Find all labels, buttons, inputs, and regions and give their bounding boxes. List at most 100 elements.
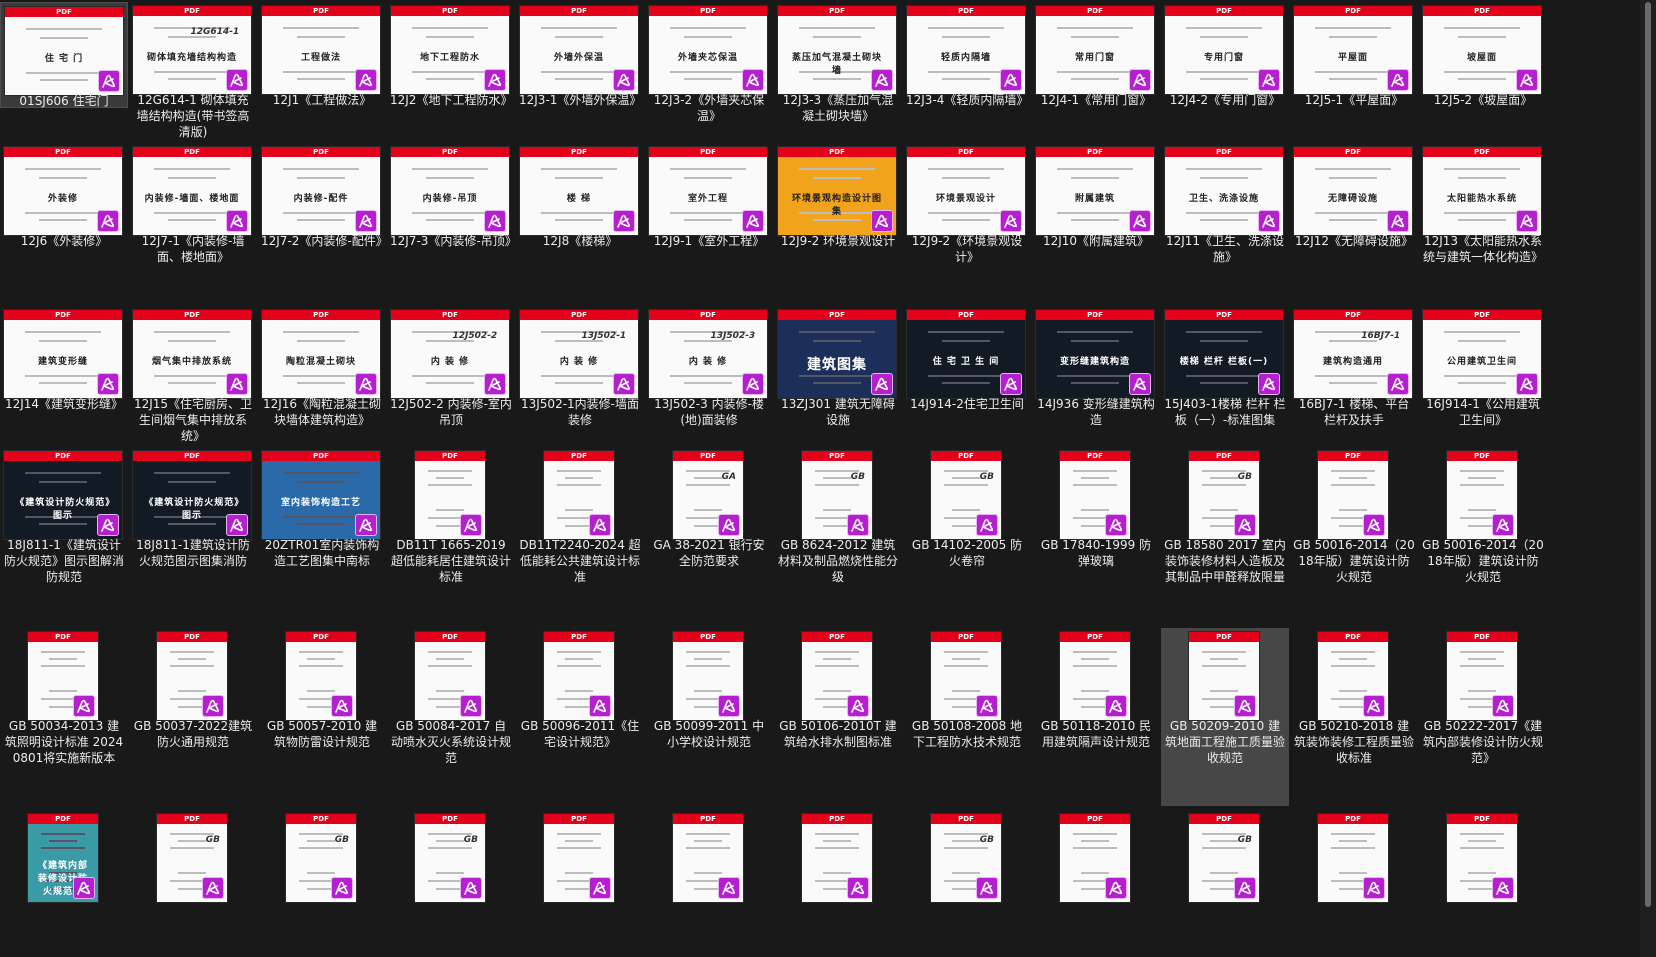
file-item[interactable]: PDF 内 装 修 13J502-1 13J502-1内装修-墙面装修 — [516, 306, 644, 446]
file-item[interactable]: PDF 太阳能热水系统 12J13《太阳能热水系统与建筑一体化构造》 — [1419, 143, 1547, 301]
file-item[interactable]: PDF DB11T2240-2024 超低能耗公共建筑设计标准 — [516, 447, 644, 625]
file-item[interactable]: PDF 轻质内隔墙 12J3-4《轻质内隔墙》 — [903, 2, 1031, 108]
file-item[interactable]: PDF 外装修 12J6《外装修》 — [0, 143, 128, 301]
file-name-label: 12J12《无障碍设施》 — [1294, 234, 1414, 248]
pdf-thumbnail: PDF 坡屋面 — [1423, 6, 1541, 94]
file-item[interactable]: PDF GB GB 18580 2017 室内装饰装修材料人造板及其制品中甲醛释放限… — [1161, 447, 1289, 625]
file-item[interactable]: PDF 专用门窗 12J4-2《专用门窗》 — [1161, 2, 1289, 108]
thumbnail-title: 外墙外保温 — [553, 53, 604, 64]
file-item[interactable]: PDF GB 17840-1999 防弹玻璃 — [1032, 447, 1160, 625]
pdf-badge: PDF — [262, 6, 380, 16]
file-item[interactable]: PDF 楼梯 栏杆 栏板(一) 15J403-1楼梯 栏杆 栏板（一）-标准图集 — [1161, 306, 1289, 446]
file-item[interactable]: PDF 环境景观构造设计图集 12J9-2 环境景观设计 — [774, 143, 902, 301]
file-item[interactable]: PDF GB 50108-2008 地下工程防水技术规范 — [903, 628, 1031, 806]
file-item[interactable]: PDF GB — [129, 810, 257, 950]
file-item[interactable]: PDF GB — [1161, 810, 1289, 950]
file-item[interactable]: PDF 砌体填充墙结构构造 12G614-1 12G614-1 砌体填充墙结构构造(带… — [129, 2, 257, 139]
pdf-app-icon — [718, 514, 740, 536]
text-line — [1072, 470, 1118, 473]
file-item[interactable]: PDF — [1290, 810, 1418, 950]
thumbnail-title: 楼梯 栏杆 栏板(一) — [1179, 357, 1269, 368]
pdf-badge: PDF — [286, 814, 356, 824]
file-item[interactable]: PDF 坡屋面 12J5-2《坡屋面》 — [1419, 2, 1547, 108]
text-line — [25, 167, 101, 170]
file-item[interactable]: PDF 室内装饰构造工艺 20ZTR01室内装饰构造工艺图集中南标 — [258, 447, 386, 625]
file-item[interactable]: PDF 室外工程 12J9-1《室外工程》 — [645, 143, 773, 301]
file-item[interactable]: PDF 内 装 修 13J502-3 13J502-3 内装修-楼(地)面装修 — [645, 306, 773, 446]
file-item[interactable]: PDF — [516, 810, 644, 950]
file-item[interactable]: PDF 《建筑内部装修设计防火规范》 — [0, 810, 128, 950]
file-item[interactable]: PDF GB — [258, 810, 386, 950]
file-item[interactable]: PDF 住 宅 门 01SJ606 住宅门 — [0, 2, 128, 108]
file-item[interactable]: PDF GA GA 38-2021 银行安全防范要求 — [645, 447, 773, 625]
file-item[interactable]: PDF GB — [903, 810, 1031, 950]
file-item[interactable]: PDF 外墙夹芯保温 12J3-2《外墙夹芯保温》 — [645, 2, 773, 123]
file-name-label: 14J914-2住宅卫生间 — [910, 397, 1024, 411]
scrollbar-thumb[interactable] — [1645, 2, 1651, 907]
pdf-badge: PDF — [1165, 6, 1283, 16]
file-item[interactable]: PDF — [1032, 810, 1160, 950]
file-item[interactable]: PDF 平屋面 12J5-1《平屋面》 — [1290, 2, 1418, 108]
file-item[interactable]: PDF GB — [387, 810, 515, 950]
file-item[interactable]: PDF GB 50016-2014（2018年版）建筑设计防火规范 — [1290, 447, 1418, 625]
text-line — [685, 665, 731, 668]
text-line — [565, 476, 593, 479]
file-item[interactable]: PDF — [774, 810, 902, 950]
file-item[interactable]: PDF 内装修-吊顶 12J7-3《内装修-吊顶》 — [387, 143, 517, 301]
file-item[interactable]: PDF DB11T 1665-2019 超低能耗居住建筑设计标准 — [387, 447, 515, 625]
file-item[interactable]: PDF 建筑图集 13ZJ301 建筑无障碍设施 — [774, 306, 902, 446]
file-item[interactable]: PDF — [645, 810, 773, 950]
file-item[interactable]: PDF 建筑构造通用 16BJ7-1 16BJ7-1 楼梯、平台栏杆及扶手 — [1290, 306, 1418, 446]
text-line — [1081, 839, 1109, 842]
text-line — [799, 374, 875, 377]
file-item[interactable]: PDF GB 50210-2018 建筑装饰装修工程质量验收标准 — [1290, 628, 1418, 806]
file-item[interactable]: PDF 烟气集中排放系统 12J15《住宅厨房、卫生间烟气集中排放系统》 — [129, 306, 257, 446]
file-item[interactable]: PDF 《建筑设计防火规范》图示 18J811-1建筑设计防火规范图示图集消防 — [129, 447, 257, 625]
pdf-thumbnail: PDF 《建筑设计防火规范》图示 — [133, 451, 251, 539]
text-line — [1071, 36, 1119, 39]
file-item[interactable]: PDF 环境景观设计 12J9-2《环境景观设计》 — [903, 143, 1031, 301]
text-line — [426, 78, 474, 81]
file-name-label: 12J1《工程做法》 — [272, 93, 372, 107]
text-line — [178, 690, 206, 693]
file-item[interactable]: PDF GB 50209-2010 建筑地面工程施工质量验收规范 — [1161, 628, 1289, 806]
file-item[interactable]: PDF GB 50099-2011 中小学校设计规范 — [645, 628, 773, 806]
file-item[interactable]: PDF GB 50057-2010 建筑物防雷设计规范 — [258, 628, 386, 806]
file-item[interactable]: PDF GB 50037-2022建筑防火通用规范 — [129, 628, 257, 806]
file-item[interactable]: PDF GB 50222-2017《建筑内部装修设计防火规范》 — [1419, 628, 1547, 806]
file-item[interactable]: PDF 建筑变形缝 12J14《建筑变形缝》 — [0, 306, 128, 446]
file-item[interactable]: PDF GB 50084-2017 自动喷水灭火系统设计规范 — [387, 628, 515, 806]
text-line — [556, 847, 602, 850]
pdf-app-icon — [1234, 514, 1256, 536]
file-item[interactable]: PDF 内装修-墙面、楼地面 12J7-1《内装修-墙面、楼地面》 — [129, 143, 257, 301]
file-item[interactable]: PDF GB 50096-2011《住宅设计规范》 — [516, 628, 644, 806]
file-item[interactable]: PDF GB GB 8624-2012 建筑材料及制品燃烧性能分级 — [774, 447, 902, 625]
file-item[interactable]: PDF 蒸压加气混凝土砌块墙 12J3-3《蒸压加气混凝土砌块墙》 — [774, 2, 902, 123]
file-item[interactable]: PDF 陶粒混凝土砌块 12J16《陶粒混凝土砌块墙体建筑构造》 — [258, 306, 386, 446]
file-item[interactable]: PDF — [1419, 810, 1547, 950]
file-item[interactable]: PDF 常用门窗 12J4-1《常用门窗》 — [1032, 2, 1160, 108]
file-item[interactable]: PDF 公用建筑卫生间 16J914-1《公用建筑卫生间》 — [1419, 306, 1547, 446]
file-item[interactable]: PDF 楼 梯 12J8《楼梯》 — [516, 143, 644, 301]
file-item[interactable]: PDF 内 装 修 12J502-2 12J502-2 内装修-室内吊顶 — [387, 306, 515, 446]
file-item[interactable]: PDF GB 50034-2013 建筑照明设计标准 20240801将实施新版本 — [0, 628, 128, 806]
file-item[interactable]: PDF 地下工程防水 12J2《地下工程防水》 — [387, 2, 515, 108]
file-item[interactable]: PDF 住 宅 卫 生 间 14J914-2住宅卫生间 — [903, 306, 1031, 446]
file-item[interactable]: PDF 无障碍设施 12J12《无障碍设施》 — [1290, 143, 1418, 301]
file-item[interactable]: PDF 变形缝建筑构造 14J936 变形缝建筑构造 — [1032, 306, 1160, 446]
vertical-scrollbar[interactable] — [1640, 0, 1656, 957]
file-item[interactable]: PDF GB 50106-2010T 建筑给水排水制图标准 — [774, 628, 902, 806]
file-item[interactable]: PDF 内装修-配件 12J7-2《内装修-配件》 — [258, 143, 388, 301]
text-line — [823, 509, 851, 512]
thumbnail-code: 12J502-2 — [452, 330, 498, 341]
file-item[interactable]: PDF GB 50118-2010 民用建筑隔声设计规范 — [1032, 628, 1160, 806]
text-line — [1339, 839, 1367, 842]
file-item[interactable]: PDF 卫生、洗涤设施 12J11《卫生、洗涤设施》 — [1161, 143, 1289, 301]
file-item[interactable]: PDF 《建筑设计防火规范》图示 18J811-1《建筑设计防火规范》图示图解消防规… — [0, 447, 128, 625]
file-item[interactable]: PDF 外墙外保温 12J3-1《外墙外保温》 — [516, 2, 644, 108]
file-item[interactable]: PDF GB GB 14102-2005 防火卷帘 — [903, 447, 1031, 625]
file-item[interactable]: PDF 工程做法 12J1《工程做法》 — [258, 2, 386, 108]
file-item[interactable]: PDF GB 50016-2014（2018年版）建筑设计防火规范 — [1419, 447, 1547, 625]
pdf-app-icon — [460, 877, 482, 899]
file-item[interactable]: PDF 附属建筑 12J10《附属建筑》 — [1032, 143, 1160, 301]
